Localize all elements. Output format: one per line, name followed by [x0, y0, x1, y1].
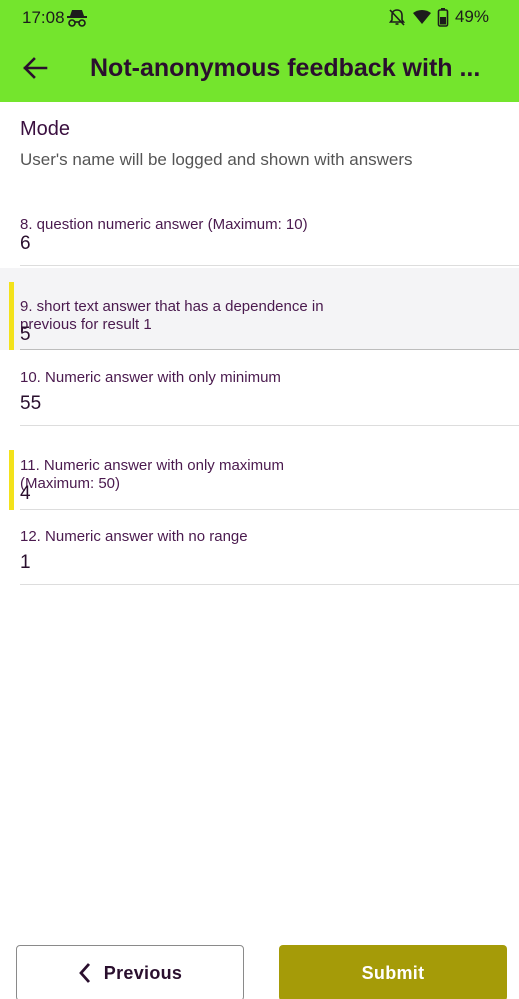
answer-value[interactable]: 4 [20, 483, 31, 505]
previous-label: Previous [103, 962, 183, 983]
back-button[interactable] [18, 54, 52, 86]
app-header: 17:08 49% Not-anonymous feedback with ..… [0, 0, 519, 102]
submit-label: Submit [361, 962, 425, 983]
answer-value[interactable]: 55 [20, 393, 41, 415]
divider [20, 349, 519, 350]
page-title: Not-anonymous feedback with ... [90, 54, 481, 82]
status-bar: 17:08 49% [0, 0, 519, 36]
divider [20, 265, 519, 266]
previous-button[interactable]: Previous [16, 945, 244, 999]
chevron-left-icon [78, 962, 92, 984]
wifi-icon [412, 8, 432, 26]
question-9[interactable]: 9. short text answer that has a dependen… [0, 268, 519, 350]
question-11[interactable]: 11. Numeric answer with only maximum (Ma… [0, 426, 519, 510]
question-label: 10. Numeric answer with only minimum [20, 369, 281, 386]
attention-marker [9, 450, 14, 510]
battery-icon [437, 7, 449, 27]
question-label: 11. Numeric answer with only maximum (Ma… [20, 457, 284, 492]
incognito-icon [66, 8, 88, 28]
status-icons: 49% [387, 7, 489, 27]
submit-button[interactable]: Submit [279, 945, 507, 999]
attention-marker [9, 282, 14, 350]
answer-value[interactable]: 5 [20, 324, 31, 346]
arrow-left-icon [22, 56, 48, 85]
mode-section: Mode User's name will be logged and show… [20, 118, 500, 170]
toolbar: Not-anonymous feedback with ... [0, 42, 519, 98]
question-label: 12. Numeric answer with no range [20, 528, 248, 545]
question-10[interactable]: 10. Numeric answer with only minimum 55 [0, 352, 519, 426]
answer-value[interactable]: 1 [20, 552, 31, 574]
mode-title: Mode [20, 118, 71, 140]
question-label: 9. short text answer that has a dependen… [20, 298, 324, 333]
question-label: 8. question numeric answer (Maximum: 10) [20, 216, 308, 233]
question-8[interactable]: 8. question numeric answer (Maximum: 10)… [0, 198, 519, 266]
bell-off-icon [387, 7, 407, 27]
status-time: 17:08 [22, 8, 65, 27]
divider [20, 584, 519, 585]
question-12[interactable]: 12. Numeric answer with no range 1 [0, 510, 519, 586]
mode-description: User's name will be logged and shown wit… [20, 150, 413, 169]
answer-value[interactable]: 6 [20, 233, 31, 255]
battery-percent: 49% [454, 7, 489, 26]
